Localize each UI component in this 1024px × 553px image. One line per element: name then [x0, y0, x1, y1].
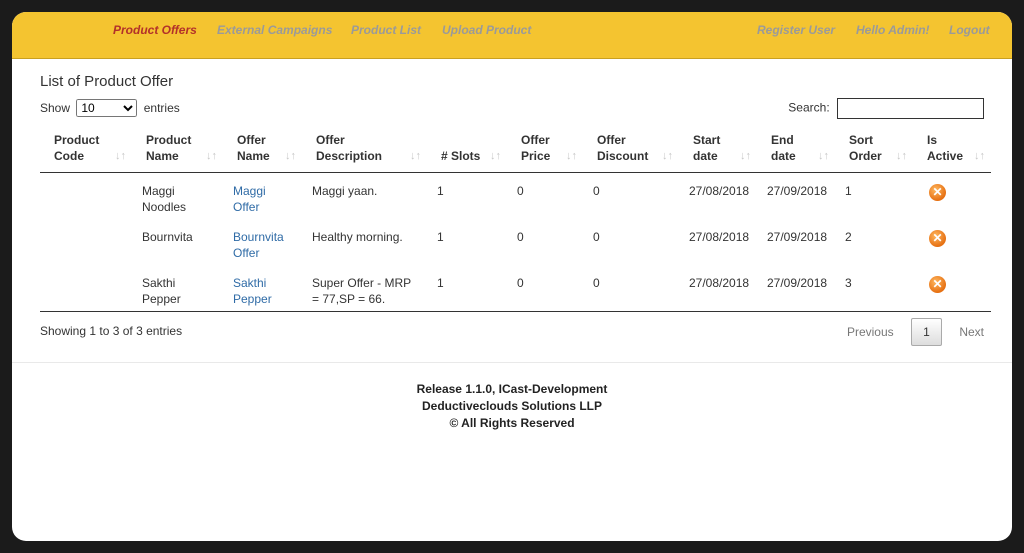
entries-select[interactable]: 10	[76, 99, 138, 117]
footer-company: Deductiveclouds Solutions LLP	[421, 399, 603, 413]
cell-offer-description: Healthy morning.	[312, 230, 403, 244]
cell-product-code	[40, 265, 132, 312]
sort-icon: ↓↑	[490, 150, 501, 162]
cell-offer-discount: 0	[593, 184, 600, 198]
cell-start-date: 27/08/2018	[679, 265, 757, 312]
cell-end-date: 27/09/2018	[767, 230, 828, 244]
col-start-date[interactable]: Start date ↓↑	[679, 128, 757, 173]
col-offer-price[interactable]: Offer Price ↓↑	[507, 128, 583, 173]
sort-icon: ↓↑	[206, 150, 217, 162]
search-label: Search:	[788, 100, 830, 115]
sort-icon: ↓↑	[896, 150, 907, 162]
previous-button[interactable]: Previous	[847, 325, 894, 339]
cell-slots: 1	[437, 230, 444, 244]
nav-product-offers[interactable]: Product Offers	[113, 23, 197, 37]
cell-offer-price: 0	[517, 230, 524, 244]
cell-sort-order: 1	[845, 184, 852, 198]
sort-icon: ↓↑	[410, 150, 421, 162]
x-circle-icon[interactable]: ✕	[929, 184, 946, 201]
cell-product-name: Bournvita	[142, 230, 193, 244]
nav-hello-admin[interactable]: Hello Admin!	[856, 23, 930, 37]
offer-name-link[interactable]: Maggi Offer	[233, 184, 266, 214]
col-is-active[interactable]: Is Active ↓↑	[913, 128, 991, 173]
x-circle-icon[interactable]: ✕	[929, 230, 946, 247]
sort-icon: ↓↑	[285, 150, 296, 162]
next-button[interactable]: Next	[959, 325, 984, 339]
cell-slots: 1	[427, 265, 507, 312]
cell-start-date: 27/08/2018	[689, 230, 750, 244]
pagination: Previous 1 Next	[847, 318, 984, 346]
cell-sort-order: 2	[845, 230, 852, 244]
nav-register-user[interactable]: Register User	[757, 23, 835, 37]
cell-offer-price: 0	[517, 184, 524, 198]
sort-icon: ↓↑	[662, 150, 673, 162]
footer-copyright: © All Rights Reserved	[449, 416, 575, 430]
offer-name-link[interactable]: Sakthi Pepper	[233, 276, 272, 306]
cell-offer-description: Maggi yaan.	[312, 184, 378, 198]
search-control: Search:	[788, 98, 984, 119]
col-offer-description[interactable]: Offer Description ↓↑	[302, 128, 427, 173]
page-1-button[interactable]: 1	[910, 318, 942, 346]
entries-label: entries	[143, 101, 180, 115]
cell-offer-discount: 0	[583, 265, 679, 312]
table-row: Bournvita Bournvita Offer Healthy mornin…	[40, 219, 991, 265]
col-end-date[interactable]: End date ↓↑	[757, 128, 835, 173]
sort-icon: ↓↑	[974, 150, 985, 162]
table-row: Maggi Noodles Maggi Offer Maggi yaan. 1 …	[40, 173, 991, 220]
cell-offer-description: Super Offer - MRP = 77,SP = 66.	[302, 265, 427, 312]
table-row: Sakthi Pepper Sakthi Pepper Super Offer …	[40, 265, 991, 312]
page-length-control: Show 10 entries	[40, 99, 180, 117]
table-info: Showing 1 to 3 of 3 entries	[40, 324, 183, 338]
search-input[interactable]	[837, 98, 984, 119]
footer-release: Release 1.1.0, ICast-Development	[416, 382, 608, 396]
divider	[12, 362, 1012, 363]
offers-table: Product Code ↓↑ Product Name ↓↑ Offer Name ↓↑ …	[40, 128, 991, 312]
x-circle-icon[interactable]: ✕	[929, 276, 946, 293]
col-slots[interactable]: # Slots ↓↑	[427, 128, 507, 173]
sort-icon: ↓↑	[115, 150, 126, 162]
cell-end-date: 27/09/2018	[757, 265, 835, 312]
top-navbar: Product Offers External Campaigns Produc…	[12, 12, 1012, 59]
col-product-name[interactable]: Product Name ↓↑	[132, 128, 223, 173]
sort-icon: ↓↑	[818, 150, 829, 162]
footer: Release 1.1.0, ICast-Development Deducti…	[12, 381, 1012, 432]
nav-upload-product[interactable]: Upload Product	[442, 23, 531, 37]
cell-offer-discount: 0	[593, 230, 600, 244]
cell-end-date: 27/09/2018	[767, 184, 828, 198]
cell-product-code	[40, 219, 132, 265]
page-title: List of Product Offer	[40, 73, 174, 90]
cell-slots: 1	[437, 184, 444, 198]
sort-icon: ↓↑	[740, 150, 751, 162]
cell-product-name: Sakthi Pepper	[132, 265, 223, 312]
col-offer-name[interactable]: Offer Name ↓↑	[223, 128, 302, 173]
cell-start-date: 27/08/2018	[689, 184, 750, 198]
sort-icon: ↓↑	[566, 150, 577, 162]
cell-sort-order: 3	[835, 265, 913, 312]
nav-logout[interactable]: Logout	[949, 23, 990, 37]
col-product-code[interactable]: Product Code ↓↑	[40, 128, 132, 173]
nav-external-campaigns[interactable]: External Campaigns	[217, 23, 332, 37]
cell-product-code	[40, 173, 132, 220]
col-offer-discount[interactable]: Offer Discount ↓↑	[583, 128, 679, 173]
col-sort-order[interactable]: Sort Order ↓↑	[835, 128, 913, 173]
offer-name-link[interactable]: Bournvita Offer	[233, 230, 284, 260]
table-header-row: Product Code ↓↑ Product Name ↓↑ Offer Name ↓↑ …	[40, 128, 991, 173]
show-label: Show	[40, 101, 71, 115]
app-window: Product Offers External Campaigns Produc…	[12, 12, 1012, 541]
cell-product-name: Maggi Noodles	[142, 184, 187, 214]
nav-product-list[interactable]: Product List	[351, 23, 421, 37]
cell-offer-price: 0	[507, 265, 583, 312]
